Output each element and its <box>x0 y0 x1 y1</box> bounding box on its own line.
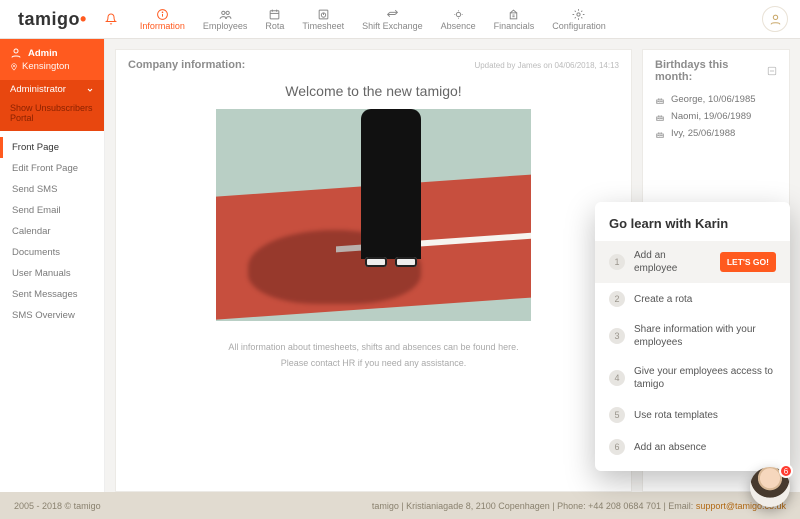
nav-configuration[interactable]: Configuration <box>543 0 615 38</box>
step-number: 1 <box>609 254 625 270</box>
sidebar-role-select[interactable]: Administrator <box>0 80 104 99</box>
rota-icon <box>267 7 282 21</box>
nav-shift-exchange[interactable]: Shift Exchange <box>353 0 432 38</box>
step-number: 6 <box>609 439 625 455</box>
nav-label: Configuration <box>552 21 606 31</box>
step-number: 3 <box>609 328 625 344</box>
footer-right: tamigo | Kristianiagade 8, 2100 Copenhag… <box>372 501 786 511</box>
assistant-avatar[interactable]: 6 <box>750 467 790 507</box>
shift-exchange-icon <box>385 7 400 21</box>
sidebar-item[interactable]: Calendar <box>0 221 104 242</box>
information-icon <box>155 7 170 21</box>
welcome-heading: Welcome to the new tamigo! <box>128 83 619 99</box>
chevron-down-icon <box>86 86 94 94</box>
nav-label: Financials <box>494 21 535 31</box>
company-info-panel: Company information: Updated by James on… <box>115 49 632 492</box>
step-label: Add an employee <box>634 249 711 275</box>
sidebar-role-label: Administrator <box>10 84 66 95</box>
sidebar-unsub-link[interactable]: Show Unsubscribers Portal <box>0 99 104 131</box>
birthday-item: Ivy, 25/06/1988 <box>655 125 777 142</box>
info-text: All information about timesheets, shifts… <box>128 339 619 371</box>
learn-step[interactable]: 4 Give your employees access to tamigo <box>595 357 790 399</box>
logo: tamigo• <box>0 9 101 30</box>
sidebar-item[interactable]: Edit Front Page <box>0 158 104 179</box>
bell-icon[interactable] <box>101 13 121 25</box>
learn-step[interactable]: 5 Use rota templates <box>595 399 790 431</box>
logo-text: tamigo <box>18 9 80 29</box>
sidebar-nav: Front PageEdit Front PageSend SMSSend Em… <box>0 131 104 326</box>
timesheet-icon <box>316 7 331 21</box>
nav-rota[interactable]: Rota <box>256 0 293 38</box>
learn-panel: Go learn with Karin 1 Add an employee LET'… <box>595 202 790 471</box>
company-info-title: Company information: <box>128 59 245 71</box>
hero-image <box>216 109 531 321</box>
step-label: Share information with your employees <box>634 323 776 349</box>
company-info-updated: Updated by James on 04/06/2018, 14:13 <box>474 61 619 70</box>
sidebar-item[interactable]: Documents <box>0 242 104 263</box>
nav-information[interactable]: Information <box>131 0 194 38</box>
logo-dot: • <box>80 9 87 29</box>
sidebar-item[interactable]: User Manuals <box>0 263 104 284</box>
top-nav: Information Employees Rota Timesheet Shift E… <box>131 0 615 38</box>
nav-label: Employees <box>203 21 248 31</box>
nav-label: Information <box>140 21 185 31</box>
info-line-2: Please contact HR if you need any assist… <box>128 355 619 371</box>
nav-label: Rota <box>265 21 284 31</box>
nav-label: Absence <box>441 21 476 31</box>
assistant-badge: 6 <box>779 464 793 478</box>
minimize-icon[interactable] <box>767 66 777 76</box>
financials-icon <box>506 7 521 21</box>
sidebar-user-block[interactable]: Admin Kensington <box>0 39 104 80</box>
sidebar-item[interactable]: Send Email <box>0 200 104 221</box>
step-label: Give your employees access to tamigo <box>634 365 776 391</box>
nav-absence[interactable]: Absence <box>432 0 485 38</box>
info-line-1: All information about timesheets, shifts… <box>128 339 619 355</box>
step-number: 5 <box>609 407 625 423</box>
configuration-icon <box>571 7 586 21</box>
user-menu-button[interactable] <box>762 6 788 32</box>
step-number: 2 <box>609 291 625 307</box>
user-icon <box>10 47 22 59</box>
cake-icon <box>655 95 665 105</box>
sidebar-item[interactable]: SMS Overview <box>0 305 104 326</box>
nav-employees[interactable]: Employees <box>194 0 257 38</box>
step-label: Create a rota <box>634 293 776 306</box>
nav-timesheet[interactable]: Timesheet <box>293 0 353 38</box>
sidebar-item[interactable]: Send SMS <box>0 179 104 200</box>
sidebar-location: Kensington <box>22 61 70 72</box>
birthdays-list: George, 10/06/1985Naomi, 19/06/1989Ivy, … <box>655 91 777 142</box>
sidebar-user-name: Admin <box>28 48 58 59</box>
learn-step[interactable]: 1 Add an employee LET'S GO! <box>595 241 790 283</box>
sidebar-item[interactable]: Sent Messages <box>0 284 104 305</box>
nav-label: Timesheet <box>302 21 344 31</box>
birthday-item: George, 10/06/1985 <box>655 91 777 108</box>
top-bar: tamigo• Information Employees Rota Timeshee… <box>0 0 800 39</box>
birthdays-title: Birthdays this month: <box>655 59 767 83</box>
footer-left: 2005 - 2018 © tamigo <box>14 501 101 511</box>
step-label: Add an absence <box>634 441 776 454</box>
learn-step[interactable]: 3 Share information with your employees <box>595 315 790 357</box>
lets-go-button[interactable]: LET'S GO! <box>720 252 776 272</box>
step-label: Use rota templates <box>634 409 776 422</box>
nav-label: Shift Exchange <box>362 21 423 31</box>
nav-financials[interactable]: Financials <box>485 0 544 38</box>
sidebar-item[interactable]: Front Page <box>0 137 104 158</box>
pin-icon <box>10 63 18 71</box>
learn-title: Go learn with Karin <box>595 216 790 241</box>
sidebar: Admin Kensington Administrator Show Unsu… <box>0 39 105 492</box>
footer: 2005 - 2018 © tamigo tamigo | Kristiania… <box>0 492 800 519</box>
employees-icon <box>218 7 233 21</box>
learn-step[interactable]: 6 Add an absence <box>595 431 790 463</box>
step-number: 4 <box>609 370 625 386</box>
cake-icon <box>655 129 665 139</box>
learn-step[interactable]: 2 Create a rota <box>595 283 790 315</box>
birthday-item: Naomi, 19/06/1989 <box>655 108 777 125</box>
cake-icon <box>655 112 665 122</box>
absence-icon <box>451 7 466 21</box>
